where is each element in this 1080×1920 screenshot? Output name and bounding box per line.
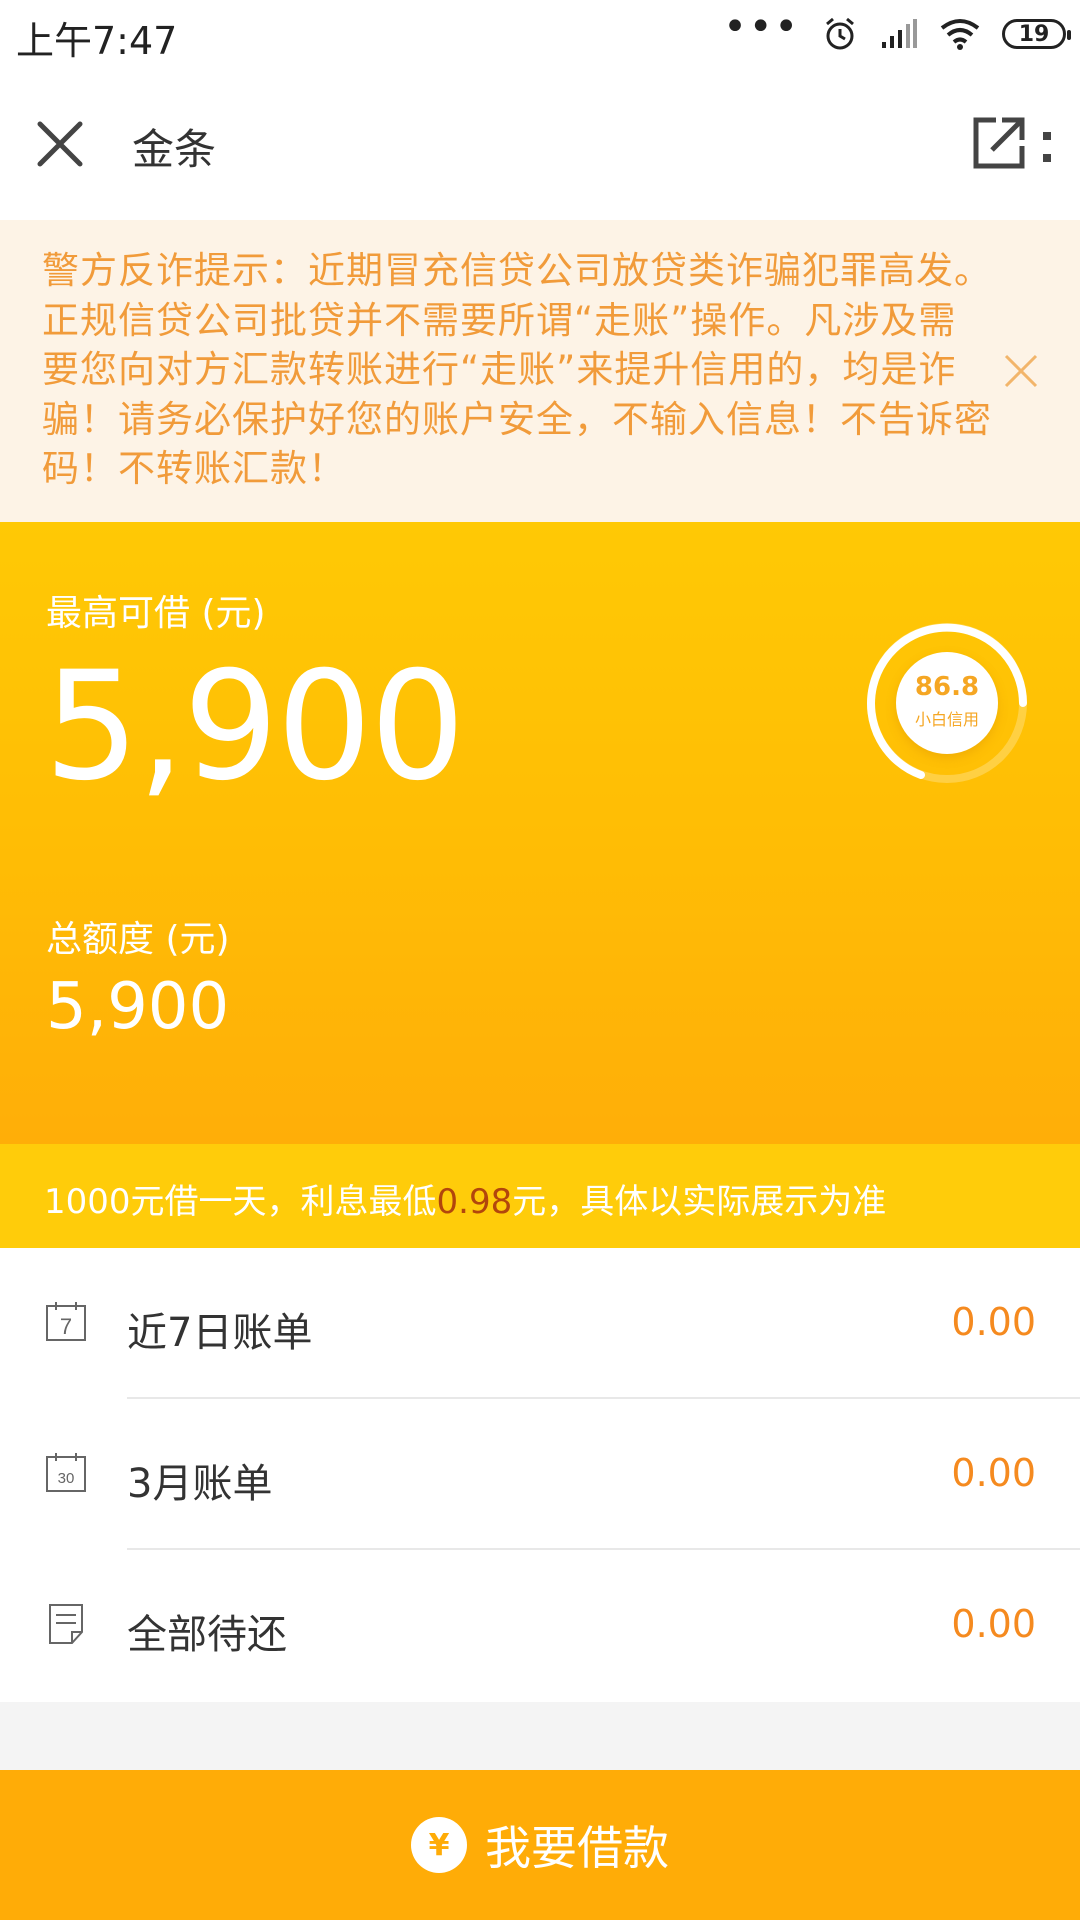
list-item-all-pending[interactable]: 全部待还 0.00 — [0, 1550, 1080, 1701]
status-time: 上午7:47 — [16, 19, 178, 63]
interest-highlight: 0.98 — [436, 1182, 513, 1222]
svg-text:7: 7 — [60, 1314, 72, 1339]
interest-text: 1000元借一天，利息最低0.98元，具体以实际展示为准 — [44, 1174, 886, 1223]
total-limit-label: 总额度 (元) — [46, 919, 230, 960]
battery-icon: 19 — [1002, 19, 1071, 49]
bill-label: 近7日账单 — [127, 1310, 313, 1356]
borrow-button[interactable]: ¥ 我要借款 — [0, 1770, 1080, 1920]
borrow-label: 我要借款 — [485, 1821, 669, 1875]
bill-amount: 0.00 — [951, 1300, 1036, 1344]
credit-score-label: 小白信用 — [914, 710, 979, 729]
fraud-warning-banner: 警方反诈提示：近期冒充信贷公司放贷类诈骗犯罪高发。正规信贷公司批贷并不需要所谓“… — [0, 220, 1080, 522]
status-bar: 上午7:47 ••• 19 — [0, 0, 1080, 68]
nav-bar: 金条 — [0, 68, 1080, 220]
close-icon[interactable] — [1002, 352, 1040, 390]
credit-limit-card: 最高可借 (元) 5,900 总额度 (元) 5,900 86.8 小白信用 — [0, 522, 1080, 1144]
more-dots-icon: ••• — [723, 4, 800, 50]
list-item-month-bill[interactable]: 30 3月账单 0.00 — [0, 1399, 1080, 1550]
calendar-7-icon: 7 — [46, 1302, 86, 1341]
yen-icon: ¥ — [411, 1817, 467, 1873]
calendar-30-icon: 30 — [46, 1453, 86, 1492]
borrow-button-content: ¥ 我要借款 — [0, 1812, 1080, 1878]
bill-list: 7 近7日账单 0.00 30 3月账单 0.00 全部待还 0.00 — [0, 1248, 1080, 1702]
interest-suffix: 元，具体以实际展示为准 — [512, 1182, 887, 1222]
interest-notice: 1000元借一天，利息最低0.98元，具体以实际展示为准 — [0, 1144, 1080, 1248]
list-item-7day-bill[interactable]: 7 近7日账单 0.00 — [0, 1248, 1080, 1399]
bill-label: 全部待还 — [127, 1612, 287, 1658]
alarm-icon — [826, 17, 854, 50]
wifi-icon — [940, 19, 980, 50]
document-icon — [49, 1604, 83, 1644]
max-borrow-value: 5,900 — [44, 640, 465, 814]
page-title: 金条 — [132, 125, 217, 174]
svg-text:30: 30 — [58, 1470, 75, 1487]
max-borrow-label: 最高可借 (元) — [46, 593, 266, 634]
credit-score-value: 86.8 — [914, 672, 980, 702]
total-limit-value: 5,900 — [46, 970, 230, 1044]
battery-level: 19 — [1018, 21, 1050, 47]
share-icon[interactable] — [970, 114, 1028, 172]
bill-label: 3月账单 — [127, 1461, 273, 1507]
close-icon[interactable] — [30, 114, 90, 174]
status-icons: ••• 19 — [723, 7, 1071, 54]
fraud-warning-text: 警方反诈提示：近期冒充信贷公司放贷类诈骗犯罪高发。正规信贷公司批贷并不需要所谓“… — [42, 249, 992, 490]
bill-amount: 0.00 — [951, 1451, 1036, 1495]
interest-prefix: 1000元借一天，利息最低 — [44, 1182, 437, 1222]
more-vertical-icon[interactable] — [1040, 128, 1054, 168]
signal-icon — [882, 19, 917, 48]
bill-amount: 0.00 — [951, 1602, 1036, 1646]
credit-score-badge[interactable]: 86.8 小白信用 — [896, 652, 998, 754]
